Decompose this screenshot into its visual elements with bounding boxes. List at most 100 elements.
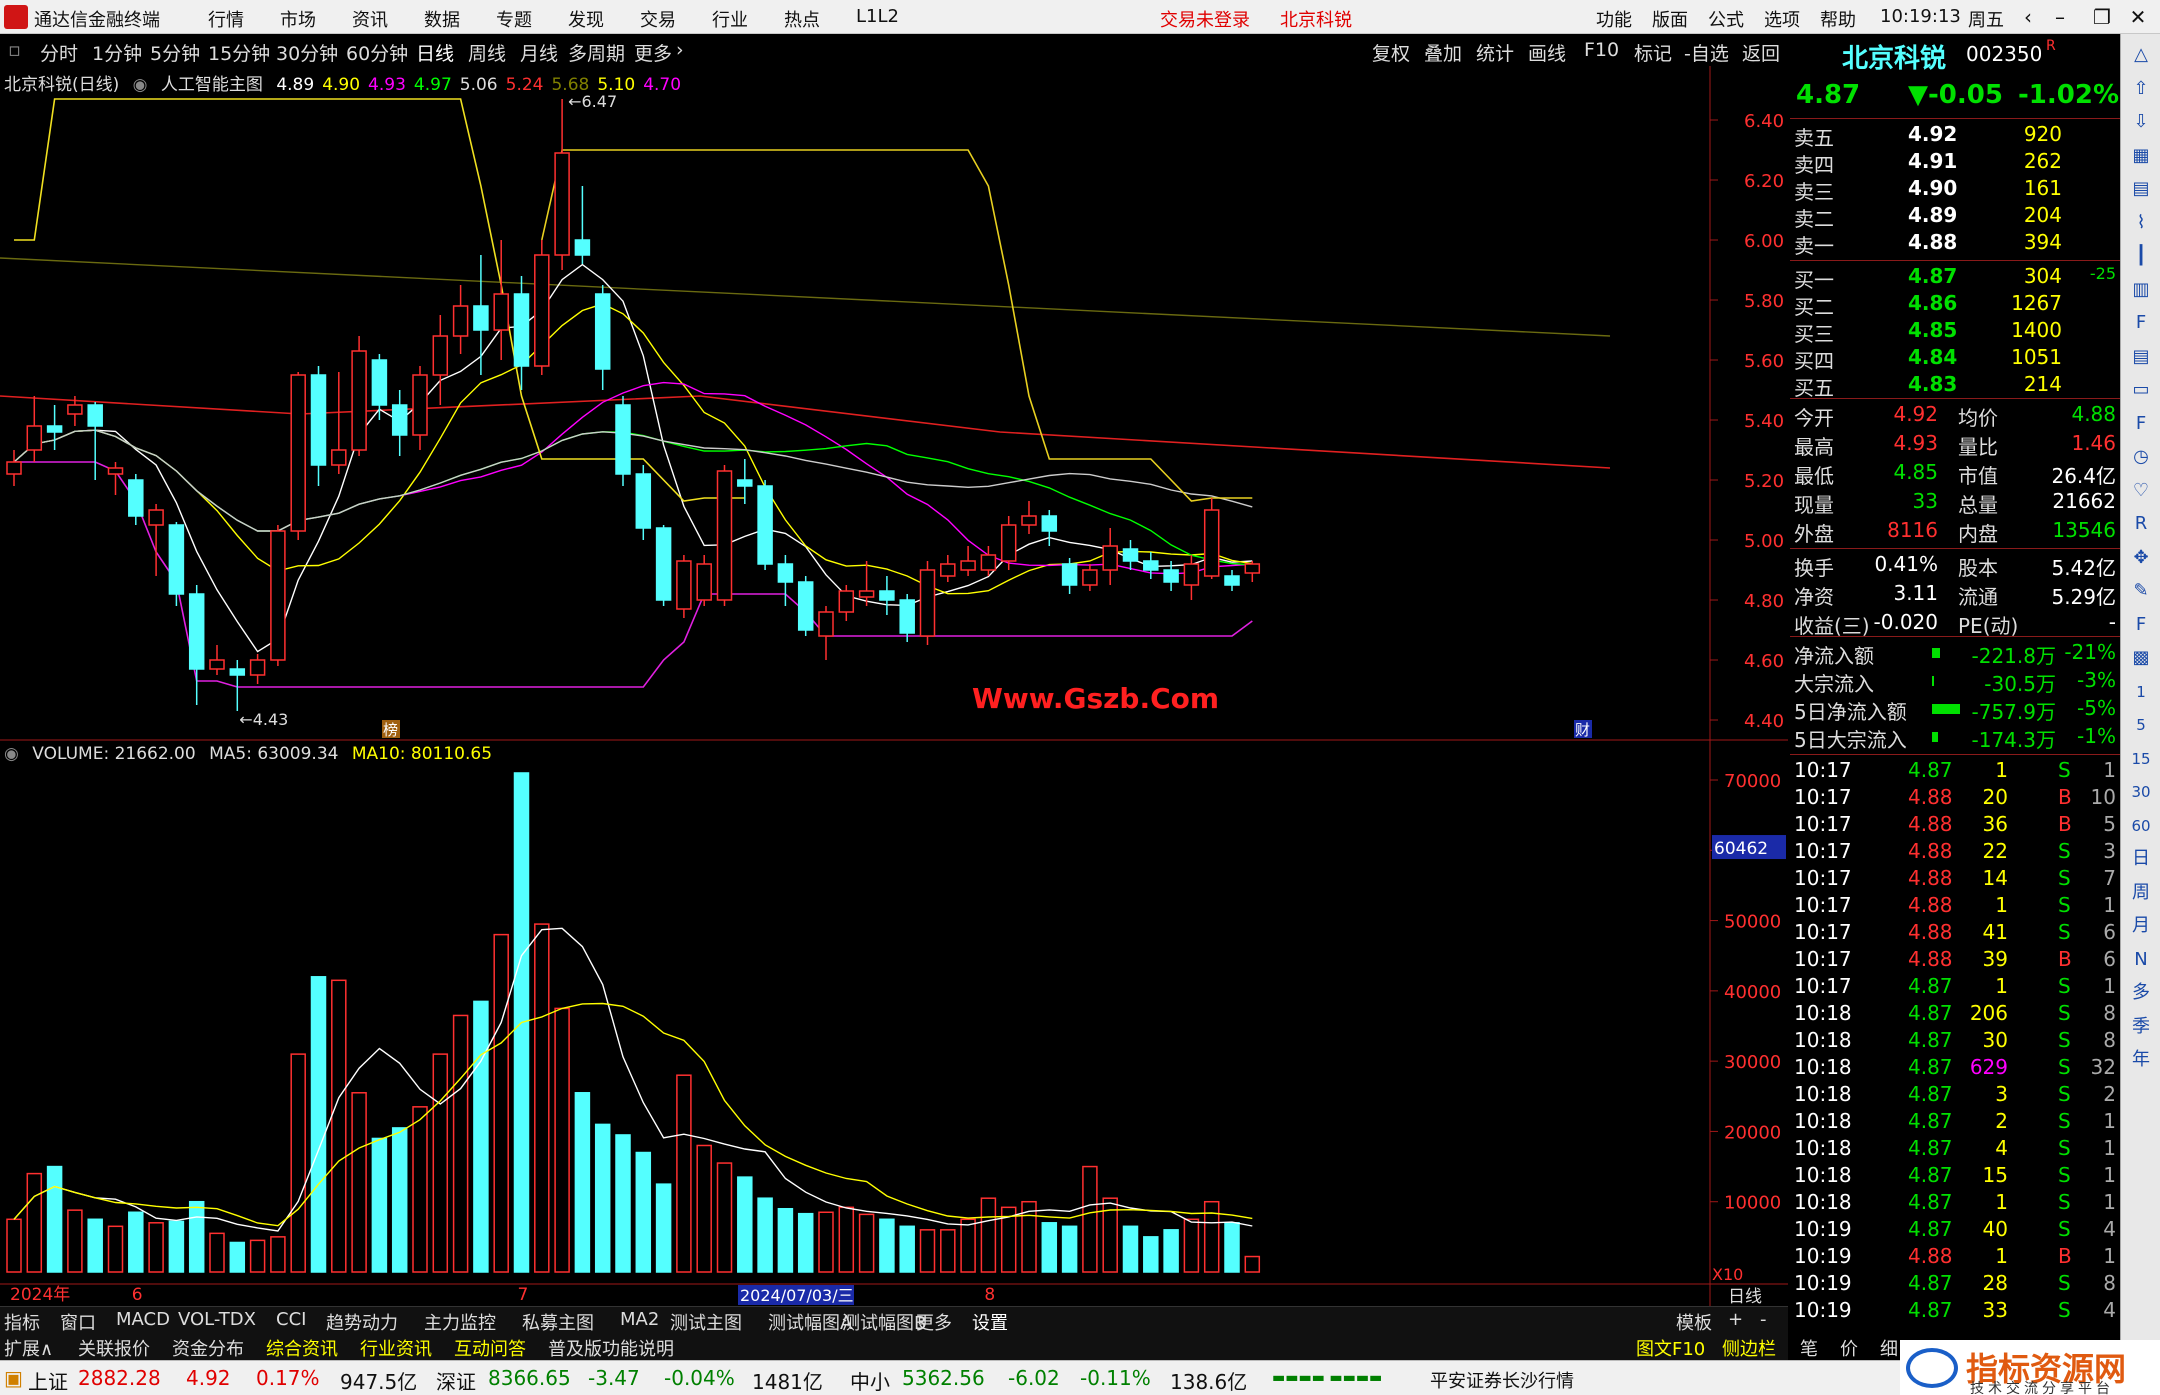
- volume-bar[interactable]: [452, 1014, 469, 1273]
- stat-row[interactable]: 最高 4.93 量比 1.46: [1790, 431, 2120, 459]
- capital-flow-row[interactable]: 5日大宗流入 -174.3万 -1%: [1790, 724, 2120, 752]
- menu-item-layout[interactable]: 版面: [1652, 6, 1688, 32]
- green-icon[interactable]: ▩: [2128, 645, 2154, 671]
- tick-row[interactable]: 10:17 4.88 20 B 10: [1790, 785, 2120, 812]
- candle-body[interactable]: [87, 404, 103, 427]
- close-icon[interactable]: ✕: [2124, 3, 2152, 31]
- indicator-name[interactable]: 人工智能主图: [161, 75, 263, 95]
- volume-bar[interactable]: [940, 1229, 956, 1273]
- ask-row[interactable]: 卖五 4.92 920: [1790, 122, 2120, 150]
- volume-bar[interactable]: [493, 933, 509, 1273]
- candle-body[interactable]: [391, 404, 408, 436]
- stat-row[interactable]: 收益(三) -0.020 PE(动) -: [1790, 610, 2120, 638]
- capital-flow-row[interactable]: 大宗流入 -30.5万 -3%: [1790, 668, 2120, 696]
- tick-row[interactable]: 10:17 4.88 39 B 6: [1790, 947, 2120, 974]
- status-menu-icon[interactable]: ▣: [4, 1366, 23, 1390]
- volume-bar[interactable]: [1041, 1222, 1058, 1273]
- menu-item-data[interactable]: 数据: [424, 6, 460, 32]
- more-chevron-icon[interactable]: ›: [676, 39, 684, 61]
- tick-row[interactable]: 10:18 4.87 2 S 1: [1790, 1109, 2120, 1136]
- 5-icon[interactable]: 5: [2128, 712, 2154, 738]
- candle-body[interactable]: [534, 254, 550, 367]
- period-tab-60min[interactable]: 60分钟: [346, 39, 408, 66]
- period-shortcut-多[interactable]: 多: [2128, 980, 2154, 1006]
- volume-bar[interactable]: [148, 1222, 164, 1273]
- fs-icon[interactable]: F: [2128, 411, 2154, 437]
- back-icon[interactable]: ‹: [2014, 3, 2042, 31]
- stat-row[interactable]: 外盘 8116 内盘 13546: [1790, 518, 2120, 546]
- menu-item-formula[interactable]: 公式: [1708, 6, 1744, 32]
- bid-row[interactable]: 买一 4.87 304 -25: [1790, 264, 2120, 292]
- candle-body[interactable]: [310, 374, 327, 466]
- menu-item-discover[interactable]: 发现: [568, 6, 604, 32]
- candle-body[interactable]: [168, 524, 185, 595]
- volume-bar[interactable]: [209, 1232, 225, 1273]
- volume-bar[interactable]: [960, 1218, 976, 1273]
- volume-bar[interactable]: [1082, 1165, 1098, 1273]
- volume-bar[interactable]: [797, 1212, 814, 1273]
- tick-row[interactable]: 10:18 4.87 629 S 32: [1790, 1055, 2120, 1082]
- candle-body[interactable]: [696, 563, 712, 601]
- f10-icon[interactable]: F: [2128, 310, 2154, 336]
- candle-body[interactable]: [128, 479, 144, 517]
- candle-body[interactable]: [1102, 545, 1118, 571]
- stat-row[interactable]: 现量 33 总量 21662: [1790, 489, 2120, 517]
- volume-bar[interactable]: [6, 1218, 22, 1273]
- candle-body[interactable]: [331, 449, 347, 466]
- period-shortcut-N[interactable]: N: [2128, 947, 2154, 973]
- tick-row[interactable]: 10:17 4.88 22 S 3: [1790, 839, 2120, 866]
- tick-row[interactable]: 10:17 4.88 1 S 1: [1790, 893, 2120, 920]
- indicator-tab[interactable]: CCI: [276, 1309, 306, 1330]
- candle-body[interactable]: [980, 554, 997, 571]
- candle-body[interactable]: [1041, 515, 1058, 532]
- volume-bar[interactable]: [1061, 1225, 1078, 1273]
- volume-bar[interactable]: [1143, 1236, 1159, 1273]
- volume-bar[interactable]: [1224, 1222, 1240, 1273]
- tick-row[interactable]: 10:18 4.87 15 S 1: [1790, 1163, 2120, 1190]
- volume-bar[interactable]: [1203, 1200, 1220, 1273]
- candle-body[interactable]: [676, 560, 692, 610]
- finance-tag[interactable]: 财: [1575, 721, 1590, 739]
- tick-row[interactable]: 10:18 4.87 3 S 2: [1790, 1082, 2120, 1109]
- tick-row[interactable]: 10:19 4.87 40 S 4: [1790, 1217, 2120, 1244]
- period-tab-more[interactable]: 更多: [634, 39, 672, 66]
- period-tab-weekly[interactable]: 周线: [468, 39, 506, 66]
- candle-body[interactable]: [1224, 575, 1240, 586]
- bid-row[interactable]: 买四 4.84 1051: [1790, 345, 2120, 373]
- candle-body[interactable]: [351, 350, 367, 451]
- tick-row[interactable]: 10:18 4.87 1 S 1: [1790, 1190, 2120, 1217]
- tick-row[interactable]: 10:17 4.88 41 S 6: [1790, 920, 2120, 947]
- candle-body[interactable]: [26, 425, 43, 451]
- ask-row[interactable]: 卖一 4.88 394: [1790, 230, 2120, 258]
- sh-label[interactable]: 上证: [28, 1366, 68, 1395]
- volume-bar[interactable]: [1244, 1255, 1261, 1273]
- volume-settings-icon[interactable]: ◉: [4, 744, 19, 764]
- volume-bar[interactable]: [838, 1206, 855, 1273]
- volume-bar[interactable]: [168, 1220, 185, 1273]
- side-tab[interactable]: 笔: [1800, 1335, 1818, 1361]
- candle-body[interactable]: [1244, 563, 1261, 574]
- period-tab-daily[interactable]: 日线: [416, 39, 454, 66]
- kline-icon[interactable]: ┃: [2128, 243, 2154, 269]
- action-statistics[interactable]: 统计: [1476, 39, 1514, 66]
- action-f10[interactable]: F10: [1584, 39, 1619, 61]
- volume-bar[interactable]: [635, 1151, 652, 1273]
- action-restore-rights[interactable]: 复权: [1372, 39, 1410, 66]
- tick-row[interactable]: 10:18 4.87 4 S 1: [1790, 1136, 2120, 1163]
- volume-bar[interactable]: [676, 1074, 692, 1273]
- candle-body[interactable]: [1163, 569, 1179, 583]
- stat-row[interactable]: 净资 3.11 流通 5.29亿: [1790, 581, 2120, 609]
- volume-bar[interactable]: [594, 1123, 611, 1273]
- volume-bar[interactable]: [818, 1211, 834, 1273]
- restore-icon[interactable]: ❐: [2088, 3, 2116, 31]
- volume-bar[interactable]: [919, 1229, 936, 1273]
- candle-body[interactable]: [737, 479, 753, 487]
- heart-icon[interactable]: ♡: [2128, 478, 2154, 504]
- candle-body[interactable]: [229, 668, 246, 676]
- login-status[interactable]: 交易未登录: [1160, 6, 1250, 32]
- volume-bar[interactable]: [270, 1236, 286, 1273]
- menu-item-quotes[interactable]: 行情: [208, 6, 244, 32]
- menu-item-market[interactable]: 市场: [280, 6, 316, 32]
- candle-body[interactable]: [879, 590, 895, 601]
- menu-item-l1l2[interactable]: L1L2: [856, 6, 899, 27]
